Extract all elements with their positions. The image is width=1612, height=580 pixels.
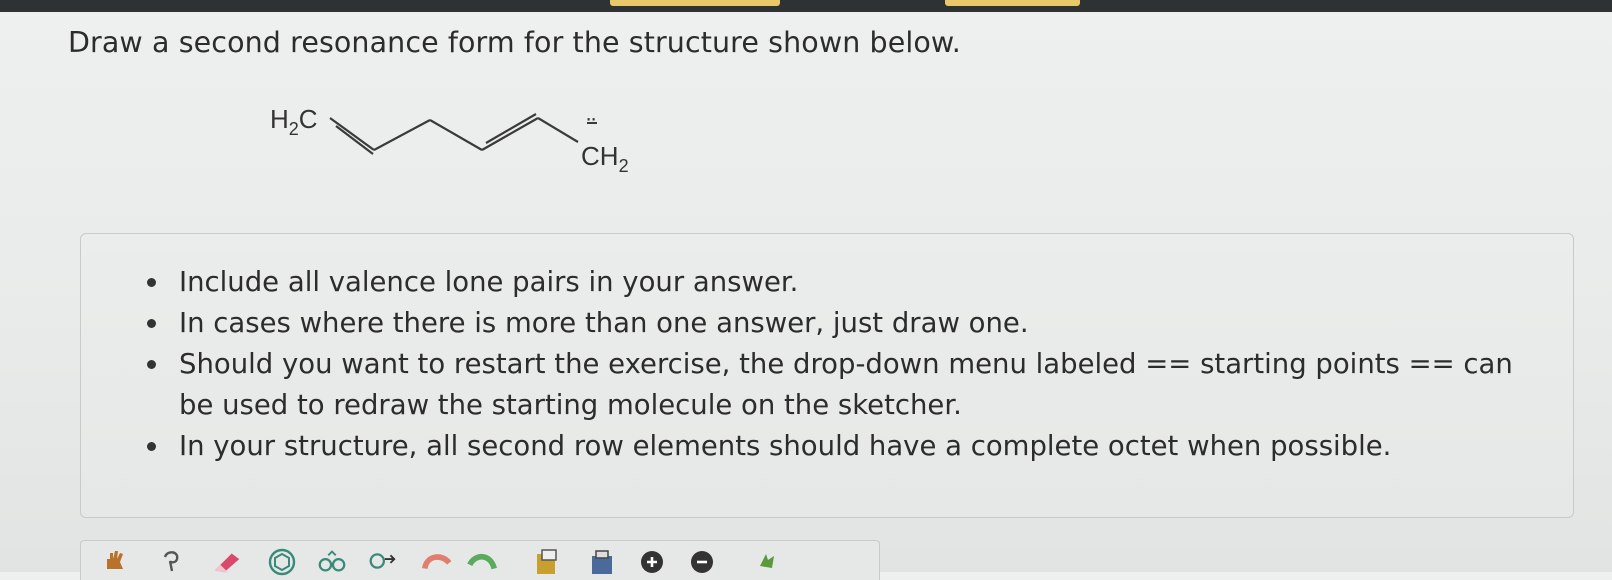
double-bond-1: [329, 117, 375, 151]
zoom-out-button[interactable]: [686, 545, 718, 577]
bullet-icon: [147, 278, 156, 287]
instruction-text: Include all valence lone pairs in your a…: [179, 266, 799, 298]
hand-tool-button[interactable]: [99, 545, 131, 577]
double-bond-2: [481, 117, 539, 151]
instruction-item: In your structure, all second row elemen…: [81, 426, 1575, 467]
top-bar: [0, 0, 1612, 12]
undo-icon: [421, 554, 452, 570]
undo-button[interactable]: [421, 545, 453, 577]
bullet-icon: [147, 319, 156, 328]
instructions-panel: Include all valence lone pairs in your a…: [80, 233, 1574, 518]
paste-button[interactable]: [531, 545, 563, 577]
single-bond-3: [537, 117, 579, 143]
instruction-text: Should you want to restart the exercise,…: [179, 348, 1513, 421]
lasso-tool-icon: [163, 551, 179, 572]
zoom-in-button[interactable]: [636, 545, 668, 577]
bullet-icon: [147, 360, 156, 369]
eraser-tool-button[interactable]: [211, 545, 243, 577]
bullet-icon: [147, 442, 156, 451]
lasso-tool-button[interactable]: [155, 545, 187, 577]
molecule-structure: H2C ¨ CH2: [270, 104, 629, 176]
instruction-item: In cases where there is more than one an…: [81, 303, 1575, 344]
double-bond-2-inner: [485, 113, 537, 144]
instructions-list: Include all valence lone pairs in your a…: [81, 262, 1575, 467]
sketcher-toolbar: [80, 540, 880, 580]
chain-template-button[interactable]: [316, 545, 348, 577]
ring-template-button[interactable]: [266, 545, 298, 577]
hand-tool-icon: [107, 551, 123, 569]
left-ch2-label: H2C: [270, 104, 318, 139]
atom-map-icon: [369, 553, 396, 569]
question-prompt: Draw a second resonance form for the str…: [68, 26, 961, 59]
instruction-text: In your structure, all second row elemen…: [179, 430, 1392, 462]
review-topics-tab[interactable]: [610, 0, 780, 6]
lone-pair-dots: ¨: [587, 112, 596, 142]
redo-icon: [467, 553, 497, 570]
single-bond-1: [373, 119, 431, 151]
instruction-item: Include all valence lone pairs in your a…: [81, 262, 1575, 303]
chain-template-icon: [318, 550, 346, 572]
single-bond-2: [429, 119, 483, 151]
clean-button[interactable]: [586, 545, 618, 577]
right-ch2-label: CH2: [581, 141, 629, 176]
atom-map-button[interactable]: [366, 545, 398, 577]
instruction-text: In cases where there is more than one an…: [179, 307, 1029, 339]
references-tab[interactable]: [945, 0, 1080, 6]
instruction-item: Should you want to restart the exercise,…: [81, 344, 1575, 426]
settings-button[interactable]: [751, 545, 783, 577]
double-bond-1-inner: [335, 125, 374, 155]
redo-button[interactable]: [466, 545, 498, 577]
eraser-tool-icon: [214, 553, 240, 573]
